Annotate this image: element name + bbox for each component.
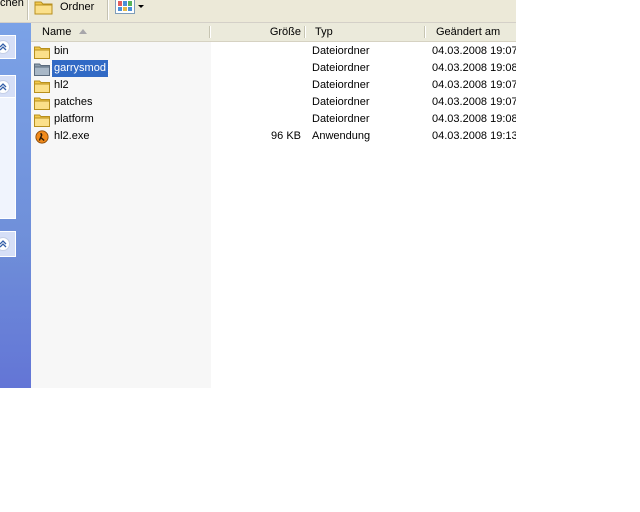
file-row[interactable]: hl2 Dateiordner 04.03.2008 19:07 — [31, 77, 516, 94]
collapse-icon[interactable] — [0, 40, 10, 54]
chevron-down-icon — [138, 4, 144, 8]
file-name: patches — [54, 96, 93, 108]
file-name-cell[interactable]: garrysmod — [34, 60, 210, 77]
file-type: Dateiordner — [312, 96, 370, 108]
column-header-modified[interactable]: Geändert am — [426, 23, 516, 41]
views-icon — [115, 0, 135, 14]
file-name: hl2 — [54, 79, 69, 91]
file-modified: 04.03.2008 19:08 — [432, 62, 516, 74]
sort-ascending-icon — [79, 29, 88, 34]
task-pane — [0, 23, 31, 388]
toolbar: chen Ordner — [0, 0, 516, 23]
column-header-type[interactable]: Typ — [306, 23, 426, 41]
column-type-label: Typ — [315, 26, 333, 38]
column-header: Name Größe Typ Geändert am — [31, 23, 516, 42]
search-button[interactable]: chen — [0, 0, 24, 9]
file-name-cell[interactable]: hl2.exe — [34, 128, 210, 145]
collapse-icon[interactable] — [0, 237, 10, 251]
folder-icon — [34, 80, 50, 93]
file-size — [211, 60, 301, 77]
file-name: garrysmod — [51, 60, 109, 77]
toolbar-separator — [107, 0, 109, 20]
collapse-icon[interactable] — [0, 80, 10, 94]
file-type: Dateiordner — [312, 113, 370, 125]
column-size-label: Größe — [269, 26, 301, 38]
file-list[interactable]: Name Größe Typ Geändert am bin Dateiordne… — [31, 23, 516, 388]
file-row[interactable]: garrysmod Dateiordner 04.03.2008 19:08 — [31, 60, 516, 77]
file-modified: 04.03.2008 19:07 — [432, 79, 516, 91]
explorer-window: chen Ordner Name Größe Typ Geändert am b… — [0, 0, 516, 388]
file-name-cell[interactable]: bin — [34, 43, 210, 60]
folder-icon — [34, 63, 50, 76]
column-header-size[interactable]: Größe — [211, 23, 306, 41]
file-modified: 04.03.2008 19:07 — [432, 96, 516, 108]
file-modified: 04.03.2008 19:08 — [432, 113, 516, 125]
file-row[interactable]: patches Dateiordner 04.03.2008 19:07 — [31, 94, 516, 111]
half-life-icon — [35, 129, 49, 144]
file-size — [211, 94, 301, 111]
task-group-panel — [0, 97, 16, 219]
file-name-cell[interactable]: platform — [34, 111, 210, 128]
file-modified: 04.03.2008 19:07 — [432, 45, 516, 57]
toolbar-separator — [27, 0, 29, 20]
file-row[interactable]: platform Dateiordner 04.03.2008 19:08 — [31, 111, 516, 128]
file-type: Dateiordner — [312, 45, 370, 57]
folder-icon — [34, 1, 53, 15]
file-name: platform — [54, 113, 94, 125]
file-name-cell[interactable]: patches — [34, 94, 210, 111]
file-row[interactable]: hl2.exe 96 KB Anwendung 04.03.2008 19:13 — [31, 128, 516, 145]
file-modified: 04.03.2008 19:13 — [432, 130, 516, 142]
column-name-label: Name — [42, 26, 72, 38]
file-name: hl2.exe — [54, 130, 90, 142]
file-size — [211, 77, 301, 94]
folder-icon — [34, 46, 50, 59]
file-size — [211, 111, 301, 128]
file-size: 96 KB — [271, 130, 301, 142]
column-header-name[interactable]: Name — [31, 23, 211, 41]
task-group-header[interactable] — [0, 75, 16, 99]
task-group-header[interactable] — [0, 35, 16, 59]
folders-label: Ordner — [60, 1, 95, 13]
task-group-header[interactable] — [0, 231, 16, 257]
file-type: Dateiordner — [312, 62, 370, 74]
file-size — [211, 43, 301, 60]
folder-icon — [34, 97, 50, 110]
views-button[interactable] — [115, 0, 144, 16]
folders-button[interactable]: Ordner — [34, 0, 94, 18]
folder-icon — [34, 114, 50, 127]
file-name: bin — [54, 45, 69, 57]
file-name-cell[interactable]: hl2 — [34, 77, 210, 94]
file-type: Dateiordner — [312, 79, 370, 91]
file-type: Anwendung — [312, 130, 371, 142]
column-modified-label: Geändert am — [436, 26, 501, 38]
file-row[interactable]: bin Dateiordner 04.03.2008 19:07 — [31, 43, 516, 60]
